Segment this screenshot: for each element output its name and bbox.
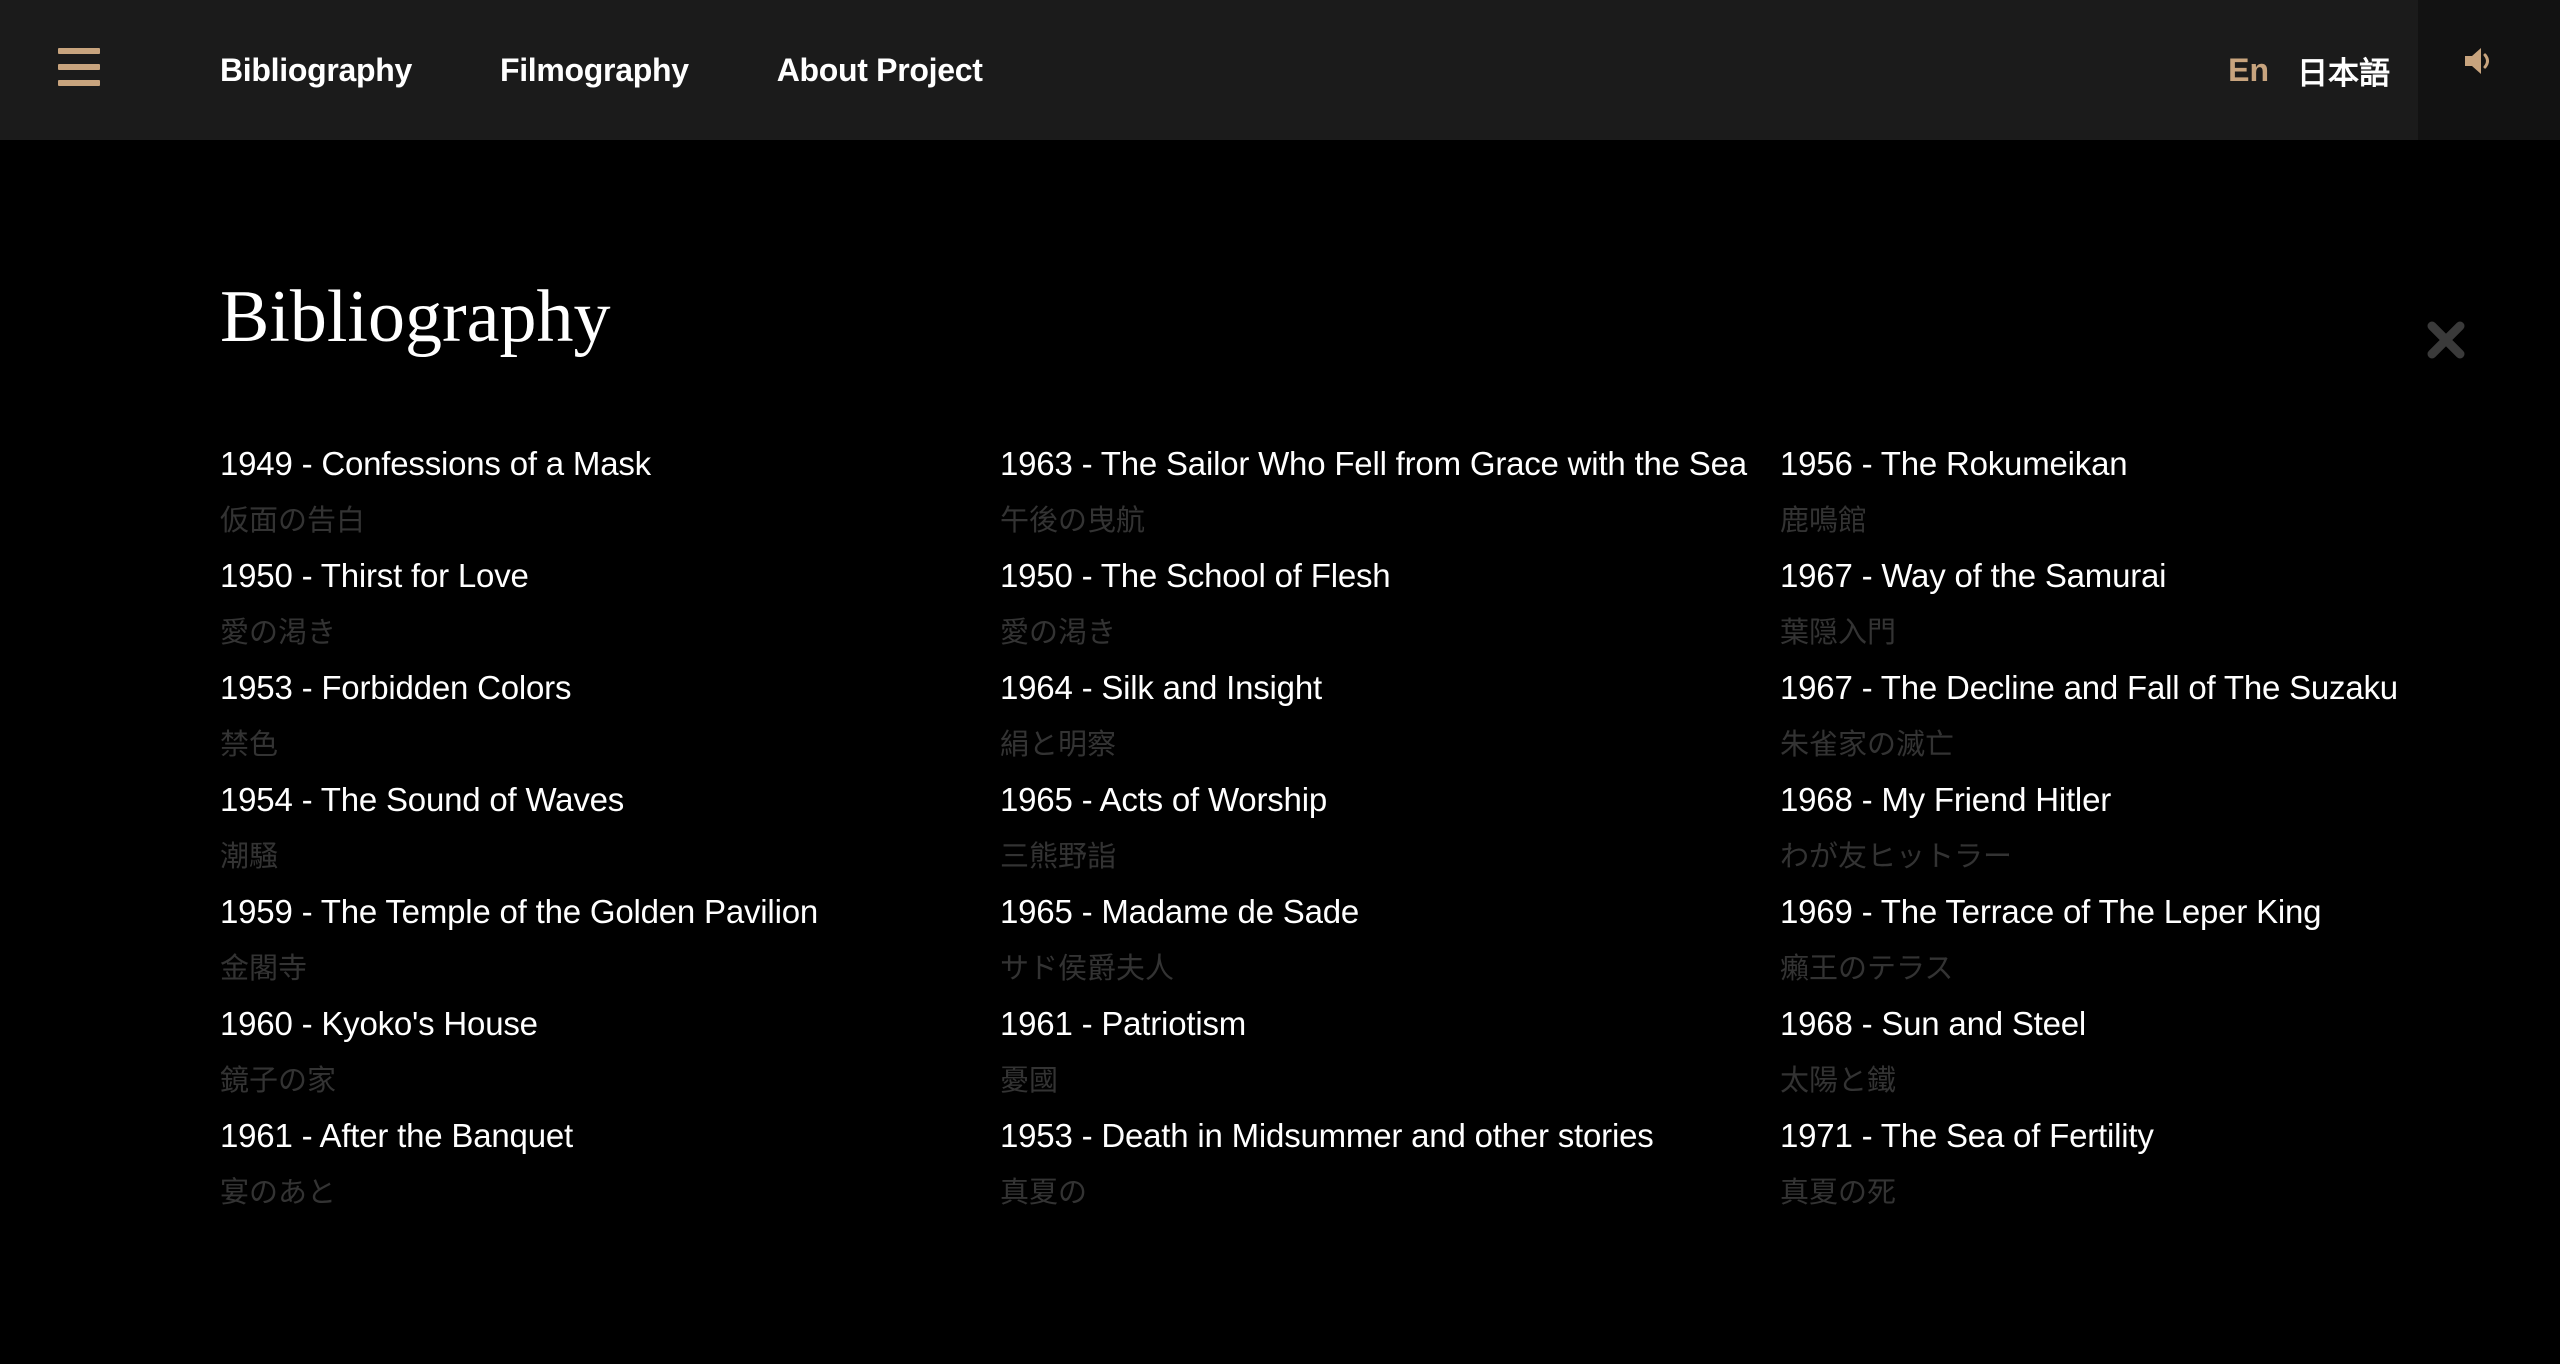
book-entry: 1969 - The Terrace of The Leper King 癩王のテ… [1780, 884, 2460, 996]
book-entry: 1965 - Madame de Sade サド侯爵夫人 [1000, 884, 1780, 996]
book-title-english[interactable]: 1960 - Kyoko's House [220, 996, 1000, 1052]
book-title-english[interactable]: 1954 - The Sound of Waves [220, 772, 1000, 828]
book-title-english[interactable]: 1961 - After the Banquet [220, 1108, 1000, 1164]
book-title-japanese: わが友ヒットラー [1780, 839, 2013, 873]
book-title-japanese: 真夏の死 [1780, 1175, 1897, 1209]
book-title-japanese: 朱雀家の滅亡 [1780, 727, 1955, 761]
close-icon[interactable] [2424, 318, 2468, 362]
book-title-japanese: 絹と明察 [1000, 727, 1117, 761]
book-entry: 1965 - Acts of Worship 三熊野詣 [1000, 772, 1780, 884]
book-title-english[interactable]: 1961 - Patriotism [1000, 996, 1780, 1052]
book-entry: 1950 - The School of Flesh 愛の渇き [1000, 548, 1780, 660]
book-entry: 1964 - Silk and Insight 絹と明察 [1000, 660, 1780, 772]
book-title-english[interactable]: 1967 - The Decline and Fall of The Suzak… [1780, 660, 2460, 716]
book-title-english[interactable]: 1964 - Silk and Insight [1000, 660, 1780, 716]
book-title-japanese: 金閣寺 [220, 951, 308, 985]
book-title-japanese: 鹿鳴館 [1780, 503, 1868, 537]
book-entry: 1949 - Confessions of a Mask 仮面の告白 [220, 436, 1000, 548]
book-entry: 1953 - Death in Midsummer and other stor… [1000, 1108, 1780, 1220]
book-entry: 1967 - The Decline and Fall of The Suzak… [1780, 660, 2460, 772]
book-title-english[interactable]: 1950 - The School of Flesh [1000, 548, 1780, 604]
book-title-english[interactable]: 1965 - Madame de Sade [1000, 884, 1780, 940]
book-title-english[interactable]: 1949 - Confessions of a Mask [220, 436, 1000, 492]
language-switcher: En 日本語 [2228, 0, 2390, 140]
book-title-english[interactable]: 1950 - Thirst for Love [220, 548, 1000, 604]
book-title-japanese: 午後の曳航 [1000, 503, 1146, 537]
book-title-japanese: 三熊野詣 [1000, 839, 1117, 873]
book-title-japanese: 太陽と鐵 [1780, 1063, 1897, 1097]
speaker-icon[interactable] [2462, 44, 2502, 84]
book-entry: 1950 - Thirst for Love 愛の渇き [220, 548, 1000, 660]
language-english-button[interactable]: En [2228, 52, 2269, 89]
page-title: Bibliography [220, 276, 611, 358]
book-title-english[interactable]: 1963 - The Sailor Who Fell from Grace wi… [1000, 436, 1780, 492]
book-entry: 1971 - The Sea of Fertility 真夏の死 [1780, 1108, 2460, 1220]
book-title-english[interactable]: 1969 - The Terrace of The Leper King [1780, 884, 2460, 940]
book-entry: 1963 - The Sailor Who Fell from Grace wi… [1000, 436, 1780, 548]
book-title-english[interactable]: 1959 - The Temple of the Golden Pavilion [220, 884, 1000, 940]
book-title-japanese: 葉隠入門 [1780, 615, 1897, 649]
book-title-japanese: 仮面の告白 [220, 503, 366, 537]
book-title-english[interactable]: 1967 - Way of the Samurai [1780, 548, 2460, 604]
book-title-japanese: 愛の渇き [220, 615, 337, 649]
book-title-english[interactable]: 1953 - Forbidden Colors [220, 660, 1000, 716]
language-japanese-button[interactable]: 日本語 [2297, 48, 2390, 93]
book-entry: 1953 - Forbidden Colors 禁色 [220, 660, 1000, 772]
book-title-japanese: 癩王のテラス [1780, 951, 1954, 985]
book-title-english[interactable]: 1968 - My Friend Hitler [1780, 772, 2460, 828]
book-entry: 1961 - Patriotism 憂國 [1000, 996, 1780, 1108]
book-title-japanese: サド侯爵夫人 [1000, 951, 1175, 985]
sound-panel [2418, 0, 2560, 140]
book-title-english[interactable]: 1968 - Sun and Steel [1780, 996, 2460, 1052]
book-entry: 1967 - Way of the Samurai 葉隠入門 [1780, 548, 2460, 660]
book-entry: 1960 - Kyoko's House 鏡子の家 [220, 996, 1000, 1108]
book-title-japanese: 鏡子の家 [220, 1063, 337, 1097]
nav-link-about-project[interactable]: About Project [777, 52, 983, 89]
main-nav: Bibliography Filmography About Project [220, 0, 1071, 140]
book-title-english[interactable]: 1956 - The Rokumeikan [1780, 436, 2460, 492]
bibliography-column-1: 1949 - Confessions of a Mask 仮面の告白 1950 -… [220, 436, 1000, 1220]
book-title-english[interactable]: 1965 - Acts of Worship [1000, 772, 1780, 828]
book-title-japanese: 禁色 [220, 727, 279, 761]
book-title-english[interactable]: 1953 - Death in Midsummer and other stor… [1000, 1108, 1780, 1164]
book-entry: 1968 - My Friend Hitler わが友ヒットラー [1780, 772, 2460, 884]
nav-link-bibliography[interactable]: Bibliography [220, 52, 412, 89]
book-entry: 1961 - After the Banquet 宴のあと [220, 1108, 1000, 1220]
nav-link-filmography[interactable]: Filmography [500, 52, 689, 89]
book-title-japanese: 潮騒 [220, 839, 279, 873]
book-title-japanese: 愛の渇き [1000, 615, 1117, 649]
bibliography-column-2: 1963 - The Sailor Who Fell from Grace wi… [1000, 436, 1780, 1220]
book-entry: 1959 - The Temple of the Golden Pavilion… [220, 884, 1000, 996]
book-title-japanese: 宴のあと [220, 1175, 337, 1209]
bibliography-columns: 1949 - Confessions of a Mask 仮面の告白 1950 -… [220, 436, 2460, 1220]
hamburger-menu-icon[interactable] [58, 48, 102, 88]
book-entry: 1954 - The Sound of Waves 潮騒 [220, 772, 1000, 884]
book-title-japanese: 憂國 [1000, 1063, 1059, 1097]
top-navigation-bar: Bibliography Filmography About Project E… [0, 0, 2560, 140]
bibliography-column-3: 1956 - The Rokumeikan 鹿鳴館 1967 - Way of t… [1780, 436, 2460, 1220]
book-entry: 1968 - Sun and Steel 太陽と鐵 [1780, 996, 2460, 1108]
book-entry: 1956 - The Rokumeikan 鹿鳴館 [1780, 436, 2460, 548]
book-title-japanese: 真夏の [1000, 1175, 1088, 1209]
book-title-english[interactable]: 1971 - The Sea of Fertility [1780, 1108, 2460, 1164]
